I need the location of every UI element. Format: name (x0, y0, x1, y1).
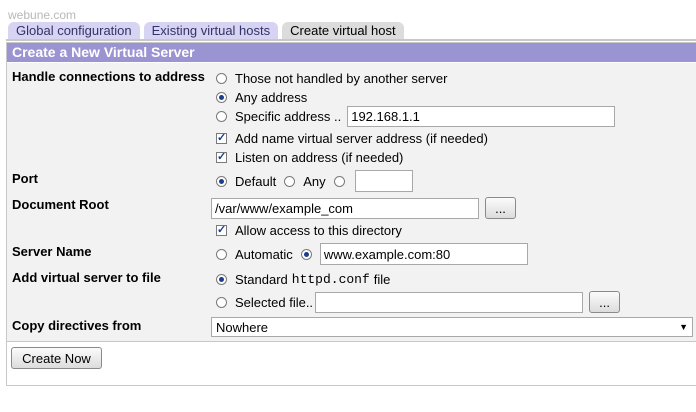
address-option-not-handled[interactable]: Those not handled by another server (216, 71, 447, 86)
radio-standard-file[interactable] (216, 274, 227, 285)
selected-file-browse-button[interactable]: ... (589, 291, 621, 313)
tab-existing-virtual-hosts[interactable]: Existing virtual hosts (143, 22, 279, 39)
server-name-input[interactable] (319, 243, 528, 265)
allow-access-option[interactable]: Allow access to this directory (216, 223, 402, 238)
radio-not-handled-label: Those not handled by another server (235, 71, 448, 86)
server-name-label: Server Name (12, 244, 92, 259)
radio-server-name-automatic[interactable] (216, 248, 227, 260)
listen-option[interactable]: Listen on address (if needed) (216, 150, 403, 165)
docroot-browse-button[interactable]: ... (485, 197, 516, 219)
create-now-button[interactable]: Create Now (11, 347, 102, 369)
radio-server-name-custom[interactable] (300, 248, 312, 260)
checkbox-listen[interactable] (216, 150, 227, 163)
radio-specific-address-label: Specific address .. (235, 109, 342, 124)
docroot-input[interactable] (211, 197, 479, 219)
docroot-row: ... (211, 197, 516, 219)
radio-selected-file[interactable] (216, 296, 227, 308)
footer-divider (7, 341, 696, 342)
create-virtual-server-panel: Create a New Virtual Server Handle conne… (6, 42, 696, 386)
radio-selected-file-label: Selected file.. (235, 294, 314, 310)
radio-port-custom[interactable] (333, 175, 345, 187)
address-label: Handle connections to address (12, 69, 205, 84)
specific-address-input[interactable] (347, 106, 616, 127)
radio-specific-address[interactable] (216, 111, 227, 122)
port-input[interactable] (354, 170, 413, 192)
radio-port-any[interactable] (284, 175, 296, 187)
checkbox-allow-access-label: Allow access to this directory (235, 223, 402, 238)
tab-global-configuration[interactable]: Global configuration (8, 22, 140, 39)
standard-file-option[interactable]: Standard httpd.conf file (216, 272, 390, 287)
radio-port-default[interactable] (216, 175, 227, 187)
radio-server-name-automatic-label: Automatic (235, 246, 293, 262)
checkbox-allow-access[interactable] (216, 223, 227, 236)
tab-divider (6, 39, 696, 41)
copy-directives-select[interactable]: Nowhere ▼ (211, 317, 693, 337)
standard-file-suffix: file (373, 272, 391, 287)
panel-title: Create a New Virtual Server (7, 43, 696, 62)
address-option-specific[interactable]: Specific address .. (216, 106, 616, 127)
watermark: webune.com (8, 8, 77, 22)
standard-file-name: httpd.conf (291, 272, 370, 287)
port-label: Port (12, 171, 38, 186)
server-name-row: Automatic (216, 243, 528, 265)
standard-file-prefix: Standard (235, 272, 288, 287)
docroot-label: Document Root (12, 197, 109, 212)
add-name-option[interactable]: Add name virtual server address (if need… (216, 131, 488, 146)
checkbox-add-name-label: Add name virtual server address (if need… (235, 131, 488, 146)
tab-create-virtual-host[interactable]: Create virtual host (282, 22, 404, 39)
radio-port-any-label: Any (303, 173, 326, 189)
radio-any-address[interactable] (216, 92, 227, 103)
dropdown-arrow-icon: ▼ (679, 322, 688, 332)
radio-port-default-label: Default (235, 173, 277, 189)
radio-any-address-label: Any address (235, 90, 308, 105)
form-body: Handle connections to address Those not … (7, 63, 696, 341)
add-to-file-label: Add virtual server to file (12, 270, 161, 285)
radio-not-handled[interactable] (216, 73, 227, 84)
copy-directives-label: Copy directives from (12, 318, 142, 333)
port-options: Default Any (216, 170, 413, 192)
selected-file-option: Selected file.. ... (216, 291, 621, 313)
selected-file-input[interactable] (315, 291, 584, 313)
address-option-any[interactable]: Any address (216, 90, 307, 105)
checkbox-listen-label: Listen on address (if needed) (235, 150, 404, 165)
checkbox-add-name[interactable] (216, 131, 227, 144)
tab-bar: Global configuration Existing virtual ho… (8, 22, 404, 40)
copy-directives-selected: Nowhere (216, 319, 269, 335)
